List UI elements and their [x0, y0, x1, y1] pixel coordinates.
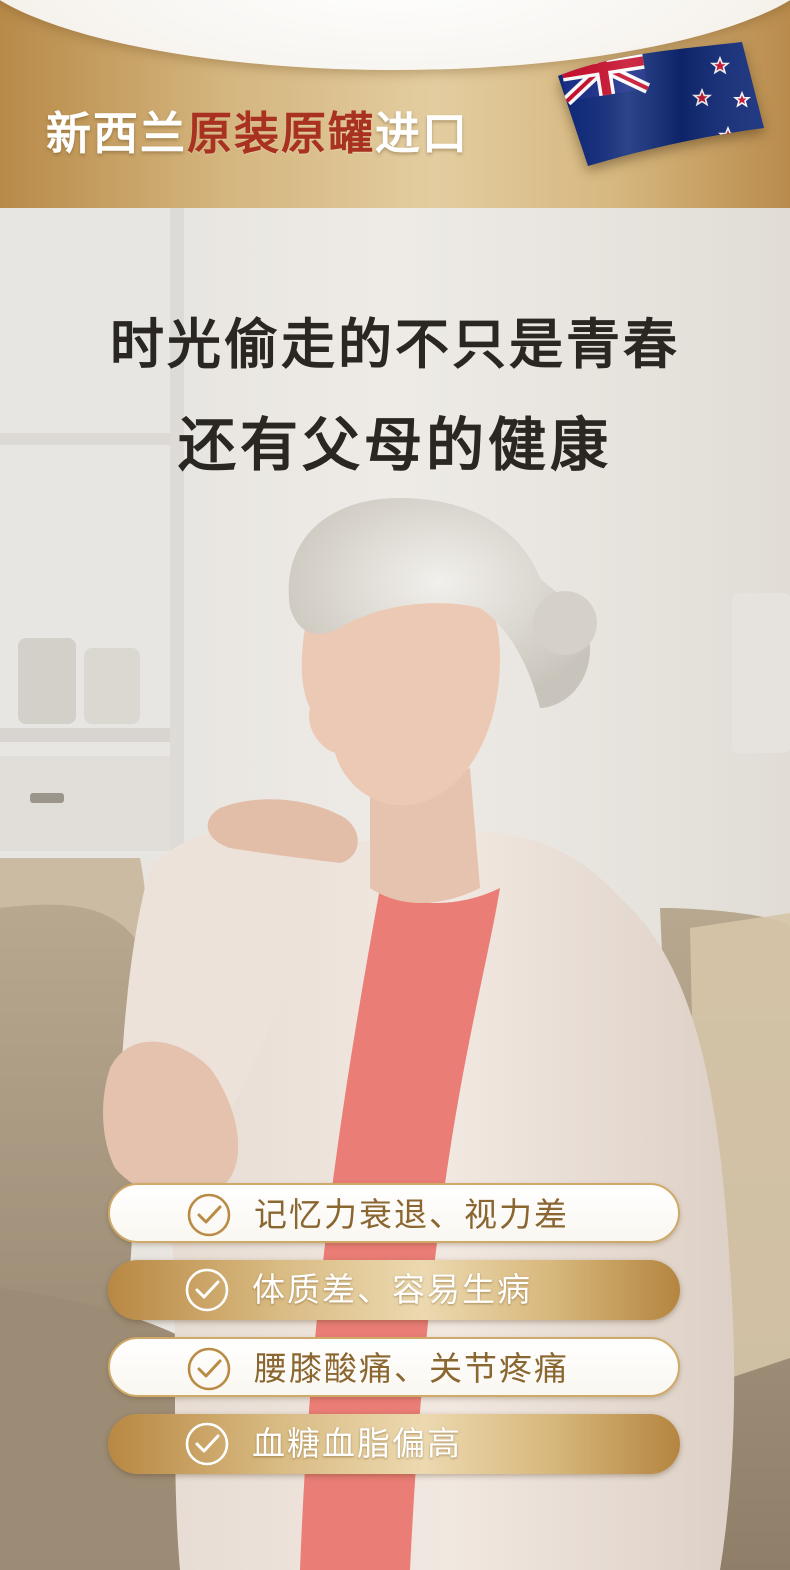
- origin-title-import: 进口: [375, 107, 470, 160]
- check-circle-icon: [187, 1193, 231, 1237]
- symptom-label: 记忆力衰退、视力差: [254, 1195, 569, 1234]
- check-circle-icon: [187, 1347, 231, 1391]
- headline-line-1: 时光偷走的不只是青春: [110, 313, 680, 376]
- symptom-pill-immunity: 体质差、容易生病: [108, 1260, 680, 1320]
- origin-banner: 新西兰原装原罐进口: [0, 0, 790, 208]
- product-promo-page: 新西兰原装原罐进口 时光偷走的不只是青春 还有父母的健康 记忆力衰退、视力差 体…: [0, 0, 790, 1570]
- symptom-pill-blood: 血糖血脂偏高: [108, 1414, 680, 1474]
- new-zealand-flag-icon: [558, 42, 764, 166]
- origin-title: 新西兰原装原罐进口: [46, 104, 469, 164]
- symptom-label: 体质差、容易生病: [252, 1270, 532, 1309]
- symptom-pill-memory: 记忆力衰退、视力差: [108, 1183, 680, 1243]
- origin-title-highlight: 原装原罐: [187, 107, 376, 160]
- elderly-woman-scene: 时光偷走的不只是青春 还有父母的健康 记忆力衰退、视力差 体质差、容易生病 腰膝…: [0, 208, 790, 1570]
- check-circle-icon: [185, 1268, 229, 1312]
- headline-line-2: 还有父母的健康: [177, 411, 612, 479]
- symptom-label: 腰膝酸痛、关节疼痛: [254, 1349, 569, 1388]
- origin-title-country: 新西兰: [46, 107, 188, 160]
- symptom-label: 血糖血脂偏高: [252, 1424, 462, 1463]
- symptom-pill-joints: 腰膝酸痛、关节疼痛: [108, 1337, 680, 1397]
- check-circle-icon: [185, 1422, 229, 1466]
